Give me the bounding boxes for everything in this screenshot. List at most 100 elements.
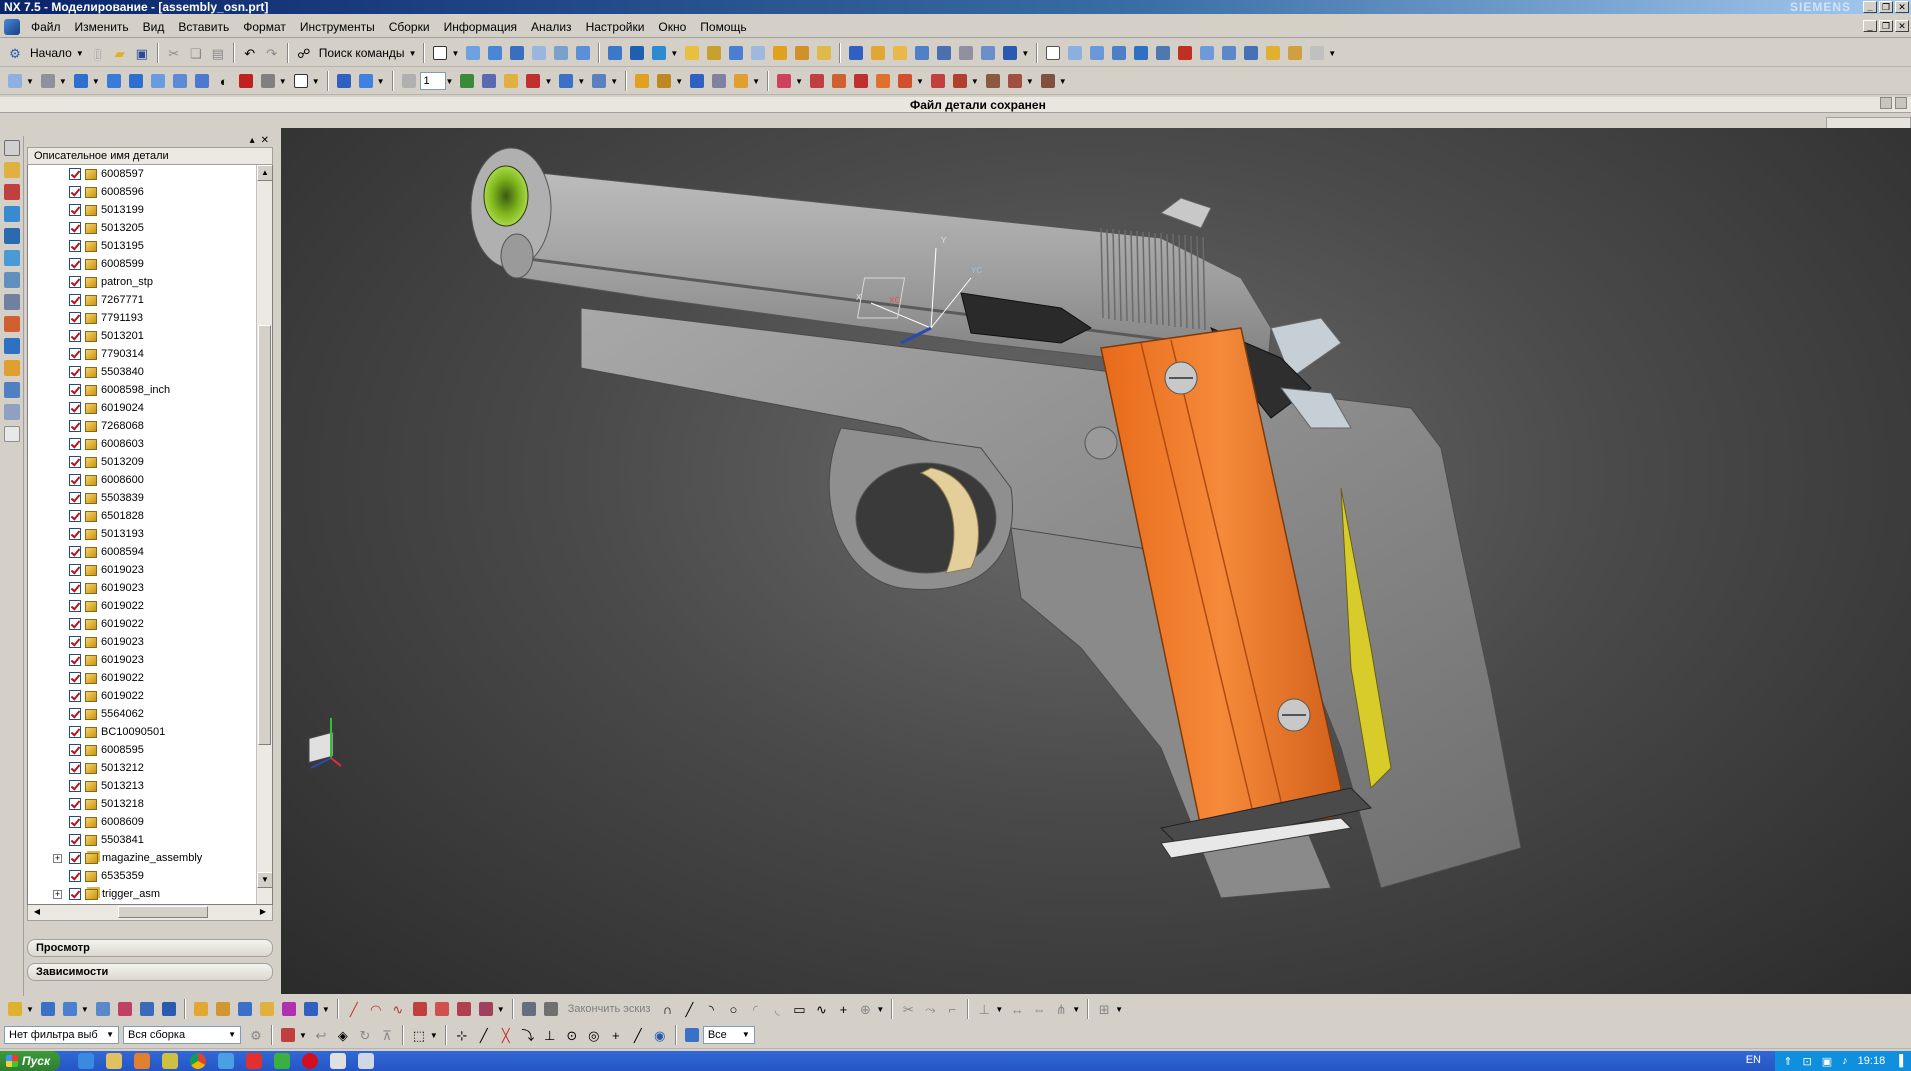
tree-row[interactable]: 6008597 — [28, 165, 248, 183]
yandex-icon[interactable] — [246, 1053, 263, 1069]
doc-restore-button[interactable]: ❐ — [1879, 20, 1893, 32]
visibility-checkbox[interactable] — [69, 168, 81, 180]
quick-extend-icon[interactable]: ⤳ — [920, 999, 940, 1019]
view-orient-icon[interactable] — [8, 74, 22, 88]
chevron-down-icon[interactable]: ▼ — [1328, 49, 1336, 58]
sketch-icon[interactable] — [433, 46, 448, 60]
clipboard-tab-icon[interactable] — [3, 426, 20, 442]
studio-surface-icon[interactable] — [1134, 46, 1149, 60]
finish-sketch-icon[interactable] — [543, 1002, 558, 1016]
tree-vertical-scrollbar[interactable]: ▲ ▼ — [256, 165, 272, 904]
undo-icon[interactable]: ↶ — [240, 43, 260, 63]
work-layer-input[interactable]: 1 — [419, 72, 446, 90]
profile-icon[interactable]: ∩ — [657, 999, 677, 1019]
paste-icon[interactable]: ▤ — [208, 43, 228, 63]
tree-row[interactable]: 6019023 — [28, 633, 248, 651]
interface-icon[interactable] — [1007, 74, 1022, 88]
nx-app-icon[interactable] — [4, 18, 20, 35]
unite-icon[interactable] — [608, 46, 623, 60]
settings-icon[interactable] — [274, 1053, 291, 1069]
visibility-checkbox[interactable] — [69, 780, 81, 792]
chevron-down-icon[interactable]: ▼ — [299, 1031, 307, 1040]
menu-information[interactable]: Информация — [437, 16, 524, 38]
visibility-checkbox[interactable] — [69, 636, 81, 648]
component-array-icon[interactable] — [809, 74, 824, 88]
move-component-icon[interactable] — [526, 74, 541, 88]
chevron-down-icon[interactable]: ▼ — [670, 49, 678, 58]
chevron-down-icon[interactable]: ▼ — [497, 1005, 505, 1014]
line-icon[interactable]: ╱ — [344, 999, 364, 1019]
chevron-down-icon[interactable]: ▼ — [675, 77, 683, 86]
snap-intersection-icon[interactable]: ⤵ — [518, 1025, 538, 1045]
dimension-icon[interactable]: ↔ — [1007, 999, 1027, 1019]
dependencies-section-header[interactable]: Зависимости — [27, 963, 273, 981]
rectangle-sketch-icon[interactable]: ▭ — [789, 999, 809, 1019]
tree-row[interactable]: 5013218 — [28, 795, 248, 813]
network-icon[interactable] — [218, 1053, 235, 1069]
layer-visible-icon[interactable] — [504, 74, 519, 88]
analyze-curve-icon[interactable] — [690, 74, 705, 88]
constraint-navigator-tab-icon[interactable] — [3, 162, 20, 178]
visibility-checkbox[interactable] — [69, 798, 81, 810]
tree-row[interactable]: patron_stp — [28, 273, 248, 291]
replace-component-icon[interactable] — [952, 74, 967, 88]
tree-row[interactable]: 5013201 — [28, 327, 248, 345]
fillet-sketch-icon[interactable]: ◜ — [745, 999, 765, 1019]
tree-row[interactable]: 6019024 — [28, 399, 248, 417]
exploded-view-icon[interactable] — [853, 74, 868, 88]
snap-quadrant-icon[interactable]: ⊙ — [562, 1025, 582, 1045]
surface-icon[interactable] — [1068, 46, 1083, 60]
spline-icon[interactable] — [117, 1002, 132, 1016]
boss-icon[interactable] — [532, 46, 547, 60]
constraints-icon[interactable]: ⊥ — [974, 999, 994, 1019]
split-body-icon[interactable] — [817, 46, 832, 60]
folder-icon[interactable] — [106, 1053, 123, 1069]
tree-row[interactable]: + trigger_asm — [28, 885, 248, 903]
tree-row[interactable]: 7267771 — [28, 291, 248, 309]
start-icon[interactable]: ⚙ — [5, 43, 25, 63]
snap-arc-center-icon[interactable]: ⊥ — [540, 1025, 560, 1045]
chevron-down-icon[interactable]: ▼ — [1115, 1005, 1123, 1014]
rectangle-icon[interactable] — [434, 1002, 449, 1016]
chevron-down-icon[interactable]: ▼ — [59, 77, 67, 86]
section-view-icon[interactable] — [293, 74, 308, 88]
edge-blend-icon[interactable] — [685, 46, 700, 60]
wave-link-icon[interactable] — [777, 74, 792, 88]
reuse-library-tab-icon[interactable] — [3, 206, 20, 222]
bridge-curve-icon[interactable] — [215, 1002, 230, 1016]
column-header[interactable]: Описательное имя детали — [27, 147, 273, 165]
tree-row[interactable]: 5013199 — [28, 201, 248, 219]
snap-point-icon[interactable] — [336, 74, 351, 88]
wcs-icon[interactable] — [358, 74, 373, 88]
visibility-checkbox[interactable] — [69, 582, 81, 594]
chevron-down-icon[interactable]: ▼ — [916, 77, 924, 86]
snap-mode-select[interactable]: Все ▼ — [702, 1026, 755, 1044]
curve-icon[interactable] — [95, 1002, 110, 1016]
chevron-down-icon[interactable]: ▼ — [26, 1005, 34, 1014]
tool-icon[interactable] — [162, 1053, 179, 1069]
chevron-down-icon[interactable]: ▼ — [876, 1005, 884, 1014]
tree-row[interactable]: 5013209 — [28, 453, 248, 471]
clock[interactable]: 19:18 — [1858, 1055, 1886, 1067]
status-toggle-icon[interactable] — [1880, 97, 1892, 109]
visibility-checkbox[interactable] — [69, 510, 81, 522]
polygon-icon[interactable] — [456, 1002, 471, 1016]
tree-row[interactable]: 7268068 — [28, 417, 248, 435]
start-button[interactable]: Начало — [30, 46, 72, 60]
tree-row[interactable]: + magazine_assembly — [28, 849, 248, 867]
chevron-down-icon[interactable]: ▼ — [430, 1031, 438, 1040]
system-visualization-tab-icon[interactable] — [3, 382, 20, 398]
roles-tab-icon[interactable] — [3, 338, 20, 354]
chevron-down-icon[interactable]: ▼ — [995, 1005, 1003, 1014]
snap-bounded-icon[interactable]: ◉ — [650, 1025, 670, 1045]
menu-analysis[interactable]: Анализ — [524, 16, 579, 38]
quick-trim-icon[interactable]: ✂ — [898, 999, 918, 1019]
menu-insert[interactable]: Вставить — [171, 16, 236, 38]
project-curve-icon[interactable] — [161, 1002, 176, 1016]
visibility-checkbox[interactable] — [69, 690, 81, 702]
history-tab-icon[interactable] — [3, 272, 20, 288]
sketch-type-icon[interactable] — [8, 1002, 22, 1016]
chevron-down-icon[interactable]: ▼ — [377, 77, 385, 86]
chevron-down-icon[interactable]: ▼ — [322, 1005, 330, 1014]
line-sketch-icon[interactable]: ╱ — [679, 999, 699, 1019]
